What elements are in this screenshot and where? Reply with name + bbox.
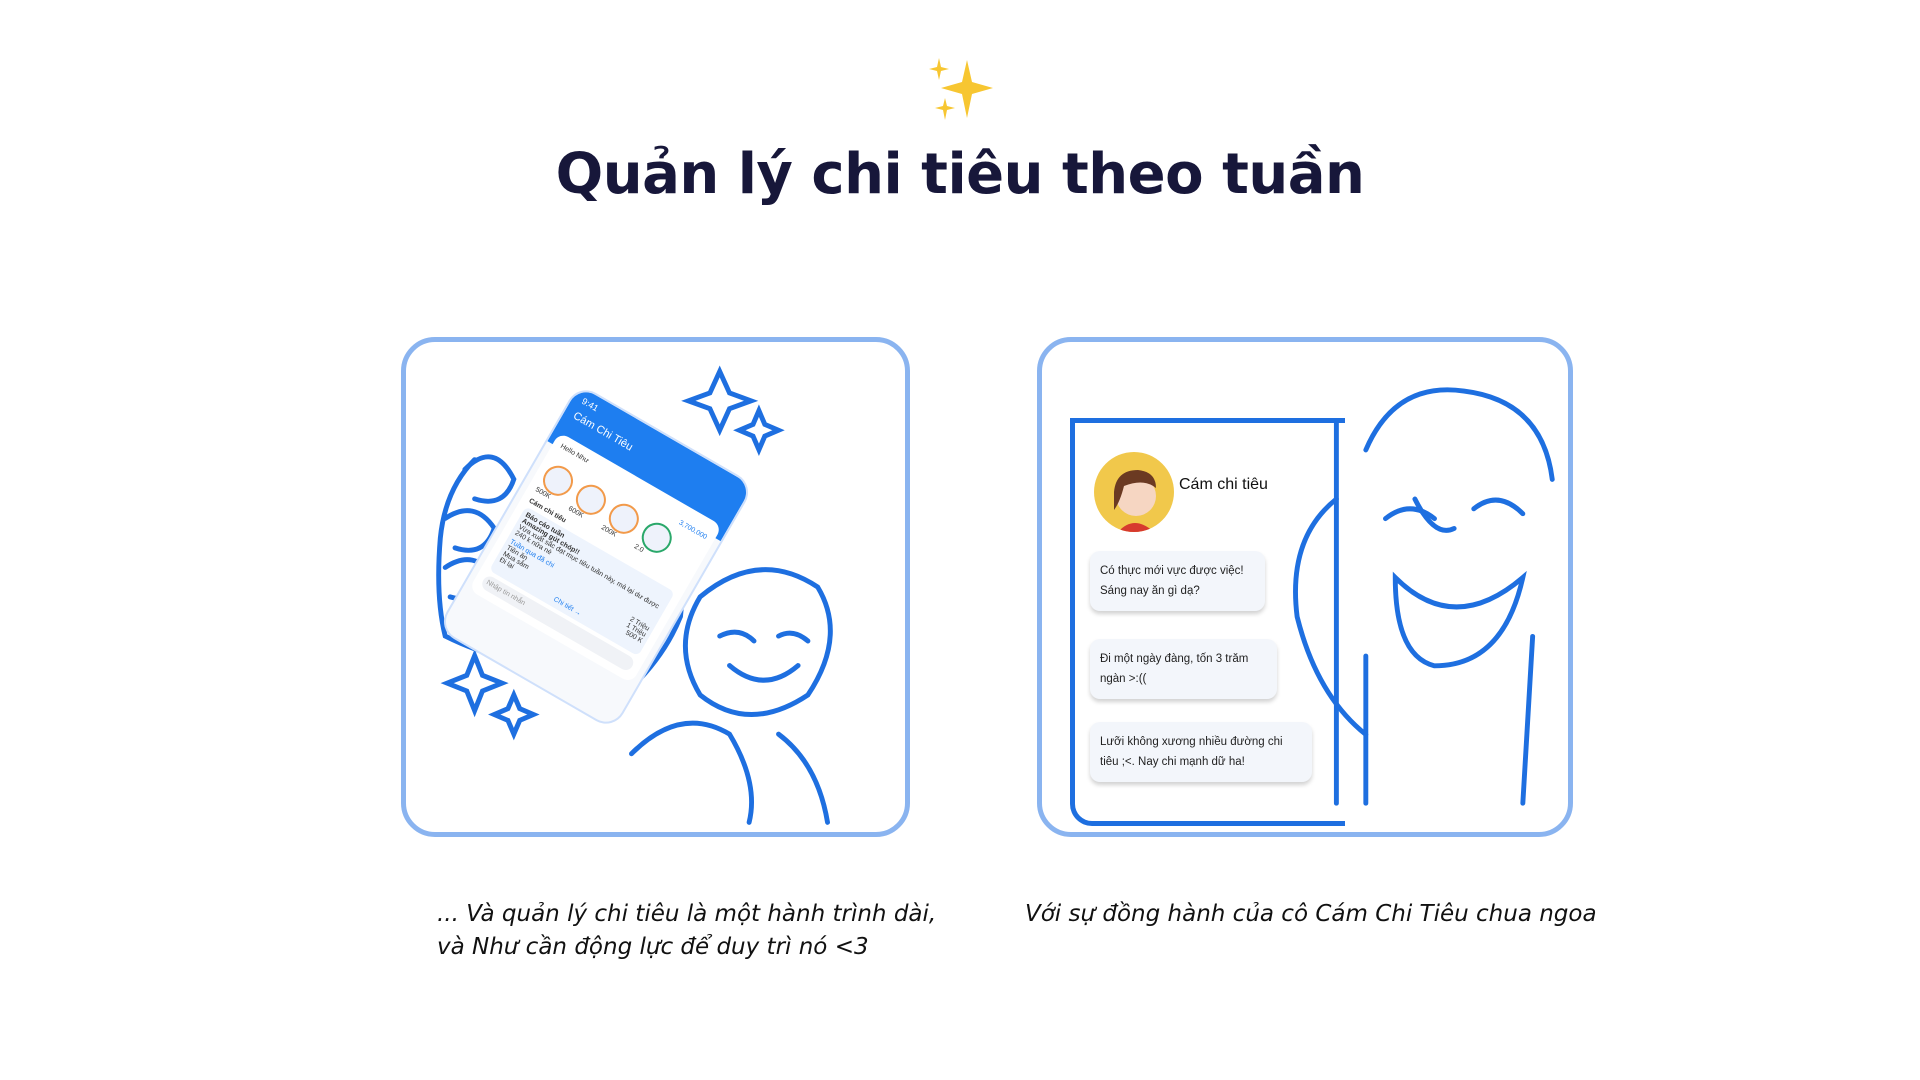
bot-name: Cám chi tiêu	[1179, 476, 1268, 493]
phone-illustration-card: 9:41 Cám Chi Tiêu Hello Như 3,700,000 50…	[401, 337, 910, 837]
caption-left-line2: và Như cần động lực để duy trì nó <3	[437, 934, 869, 960]
bot-avatar	[1094, 452, 1174, 532]
chat-bubble: Lưỡi không xương nhiều đường chi tiêu ;<…	[1090, 722, 1312, 782]
chat-bubble: Đi một ngày đàng, tốn 3 trăm ngàn >:((	[1090, 639, 1277, 699]
chat-illustration-card: Cám chi tiêu Có thực mới vực được việc! …	[1037, 337, 1573, 837]
caption-left-line1: ... Và quản lý chi tiêu là một hành trìn…	[437, 901, 937, 927]
sparkles-icon	[929, 58, 993, 120]
caption-right: Với sự đồng hành của cô Cám Chi Tiêu chu…	[1025, 901, 1597, 927]
chat-bubble: Có thực mới vực được việc! Sáng nay ăn g…	[1090, 551, 1265, 611]
category-item: 2.0	[633, 517, 678, 564]
caption-left: ... Và quản lý chi tiêu là một hành trìn…	[437, 898, 936, 964]
page-title: Quản lý chi tiêu theo tuần	[555, 142, 1365, 207]
